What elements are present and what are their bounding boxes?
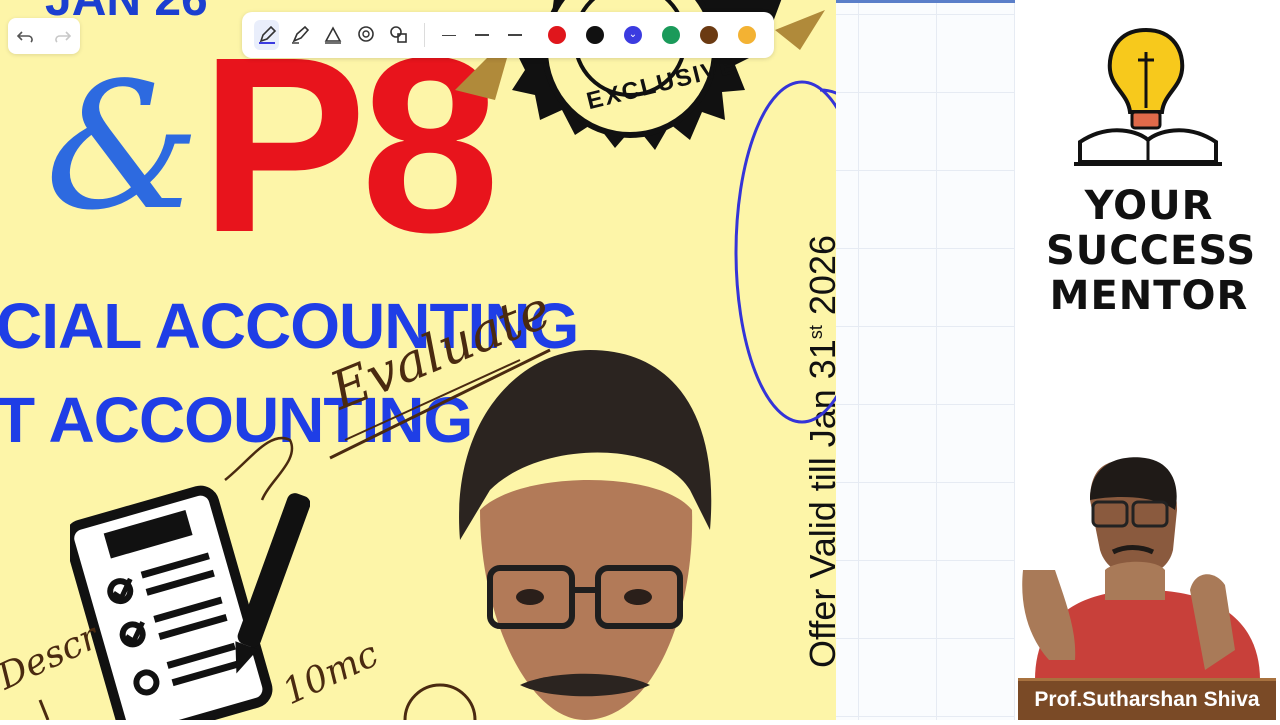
- course-poster: JAN 26 & P8 ★ ★ ★ EXCLUSIVE CIAL ACCOUNT…: [0, 0, 836, 720]
- clipboard-icon: [70, 485, 310, 720]
- lasso-tool-icon: [358, 26, 374, 42]
- color-swatch-5[interactable]: [699, 26, 718, 44]
- highlighter-tool-icon: [291, 25, 309, 44]
- shapes-tool-icon: [390, 26, 407, 43]
- offer-suffix: st: [806, 325, 826, 340]
- pen-tool-icon: [258, 25, 276, 44]
- line-width-thick[interactable]: [503, 20, 528, 50]
- course-line-management: T ACCOUNTING: [0, 384, 473, 456]
- lasso-tool-button[interactable]: [353, 20, 378, 50]
- selected-check-icon: ⌄: [628, 29, 638, 40]
- color-swatch-6[interactable]: [737, 26, 756, 44]
- lightbulb-book-logo: [1074, 27, 1222, 166]
- undo-icon[interactable]: [16, 26, 36, 46]
- presenter-portrait: [459, 350, 712, 720]
- shapes-tool-button[interactable]: [387, 20, 412, 50]
- offer-text: Offer Valid till Jan 31: [802, 339, 836, 668]
- color-swatch-1[interactable]: [547, 26, 566, 44]
- history-controls: [8, 18, 80, 54]
- brand-line-3: MENTOR: [1049, 273, 1249, 319]
- brand-tagline: YOUR SUCCESS MENTOR: [1046, 183, 1257, 319]
- color-swatches: ⌄: [538, 26, 766, 44]
- poster-ampersand: &: [45, 46, 201, 249]
- brand-line-2: SUCCESS: [1046, 228, 1257, 274]
- redo-icon[interactable]: [52, 26, 72, 46]
- color-swatch-4[interactable]: [661, 26, 680, 44]
- eraser-tool-icon: [324, 26, 342, 44]
- drawing-toolbar: ⌄: [242, 12, 774, 58]
- offer-validity-text: Offer Valid till Jan 31st 2026: [802, 235, 836, 668]
- brand-line-1: YOUR: [1084, 183, 1214, 229]
- presenter-nameplate: Prof.Sutharshan Shiva: [1018, 678, 1276, 720]
- toolbar-divider: [423, 23, 425, 47]
- line-width-thin[interactable]: [437, 20, 462, 50]
- highlighter-tool-button[interactable]: [287, 20, 312, 50]
- pen-tool-button[interactable]: [254, 20, 280, 50]
- offer-year: 2026: [802, 235, 836, 316]
- color-swatch-3[interactable]: ⌄: [623, 26, 642, 44]
- color-swatch-2[interactable]: [585, 26, 604, 44]
- eraser-tool-button[interactable]: [320, 20, 345, 50]
- line-width-medium[interactable]: [470, 20, 495, 50]
